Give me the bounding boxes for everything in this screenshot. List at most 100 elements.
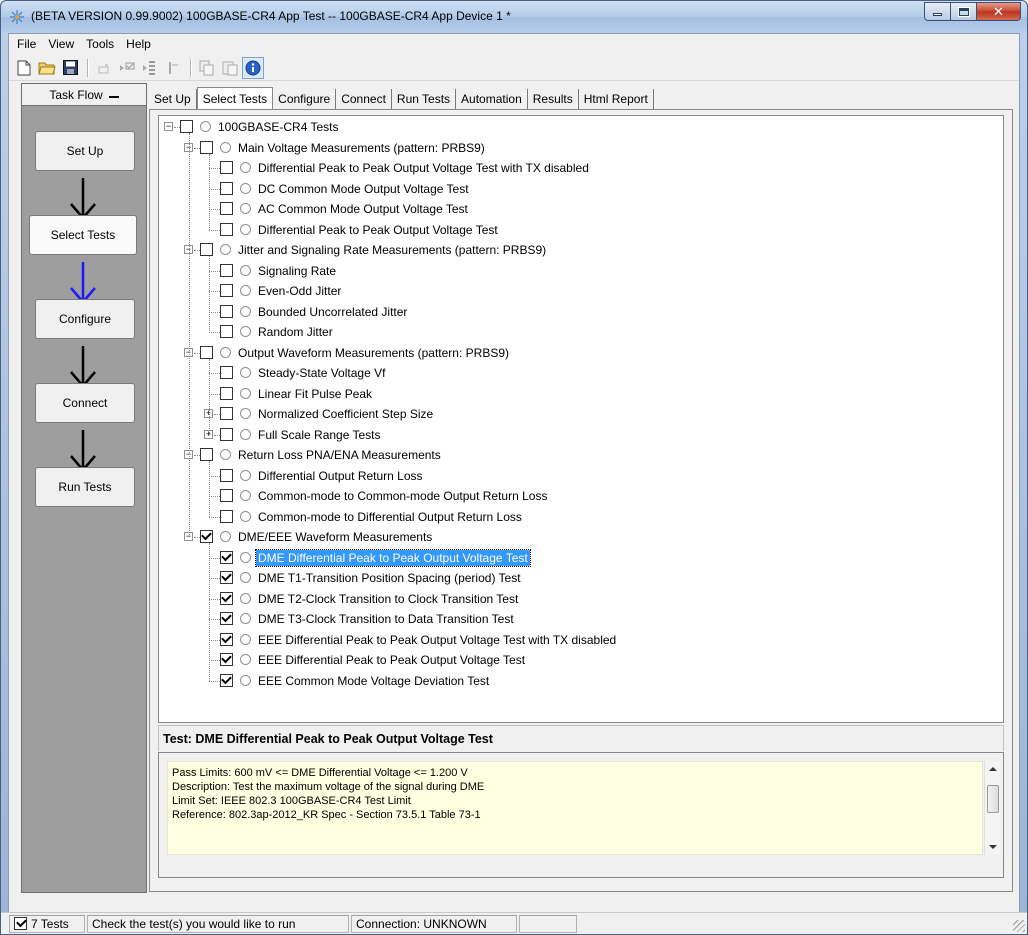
test-item[interactable]: + Full Scale Range Tests xyxy=(159,425,1003,445)
test-checkbox[interactable] xyxy=(220,571,233,584)
tab-automation[interactable]: Automation xyxy=(456,89,528,109)
close-button[interactable]: ✕ xyxy=(977,2,1021,21)
test-item[interactable]: Steady-State Voltage Vf xyxy=(159,363,1003,383)
test-checkbox[interactable] xyxy=(220,591,233,605)
test-tree[interactable]: − 100GBASE-CR4 Tests − Main Voltage Measure… xyxy=(158,115,1004,723)
test-item[interactable]: + Normalized Coefficient Step Size xyxy=(159,404,1003,424)
new-button[interactable] xyxy=(13,57,35,79)
test-item-label[interactable]: AC Common Mode Output Voltage Test xyxy=(256,201,470,217)
minimize-button[interactable] xyxy=(924,2,951,21)
details-scrollbar[interactable] xyxy=(984,761,1001,855)
scroll-thumb[interactable] xyxy=(987,785,999,813)
scroll-down-icon[interactable] xyxy=(989,845,997,849)
tree-group[interactable]: − Main Voltage Measurements (pattern: PRB… xyxy=(159,138,1003,158)
copy-button[interactable] xyxy=(196,57,218,79)
taskflow-step-run-tests[interactable]: Run Tests xyxy=(35,467,135,507)
test-checkbox[interactable] xyxy=(220,202,233,215)
run-selected-button[interactable] xyxy=(116,57,138,79)
taskflow-step-set-up[interactable]: Set Up xyxy=(35,131,135,171)
test-item[interactable]: Bounded Uncorrelated Jitter xyxy=(159,302,1003,322)
tab-html-report[interactable]: Html Report xyxy=(578,89,654,109)
test-item-label[interactable]: Steady-State Voltage Vf xyxy=(256,365,387,381)
test-checkbox[interactable] xyxy=(200,530,213,543)
test-checkbox[interactable] xyxy=(220,468,233,482)
test-item[interactable]: EEE Differential Peak to Peak Output Vol… xyxy=(159,630,1003,650)
run-step-button[interactable] xyxy=(139,57,161,79)
test-item-label[interactable]: Full Scale Range Tests xyxy=(256,427,383,443)
scroll-up-icon[interactable] xyxy=(989,767,997,771)
test-checkbox[interactable] xyxy=(200,140,213,154)
test-checkbox[interactable] xyxy=(220,222,233,236)
test-item[interactable]: EEE Common Mode Voltage Deviation Test xyxy=(159,671,1003,691)
test-item[interactable]: DME Differential Peak to Peak Output Vol… xyxy=(159,548,1003,568)
test-item-label[interactable]: EEE Differential Peak to Peak Output Vol… xyxy=(256,632,618,648)
open-button[interactable] xyxy=(36,57,58,79)
test-item-label[interactable]: Differential Output Return Loss xyxy=(256,468,425,484)
test-checkbox[interactable] xyxy=(220,407,233,420)
group-label[interactable]: DME/EEE Waveform Measurements xyxy=(236,529,434,545)
test-item[interactable]: Common-mode to Common-mode Output Return… xyxy=(159,486,1003,506)
test-item[interactable]: Random Jitter xyxy=(159,322,1003,342)
taskflow-step-configure[interactable]: Configure xyxy=(35,299,135,339)
save-button[interactable] xyxy=(59,57,81,79)
tree-group[interactable]: − Output Waveform Measurements (pattern: … xyxy=(159,343,1003,363)
tab-set-up[interactable]: Set Up xyxy=(149,89,197,109)
test-item-label[interactable]: Linear Fit Pulse Peak xyxy=(256,386,374,402)
test-checkbox[interactable] xyxy=(220,509,233,523)
test-checkbox[interactable] xyxy=(220,304,233,318)
stop-button[interactable] xyxy=(93,57,115,79)
tab-results[interactable]: Results xyxy=(527,89,579,109)
test-checkbox[interactable] xyxy=(220,325,233,338)
group-label[interactable]: Return Loss PNA/ENA Measurements xyxy=(236,447,443,463)
test-checkbox[interactable] xyxy=(220,612,233,625)
group-label[interactable]: Main Voltage Measurements (pattern: PRBS… xyxy=(236,140,487,156)
test-checkbox[interactable] xyxy=(220,427,233,441)
test-checkbox[interactable] xyxy=(180,120,193,133)
test-item-label[interactable]: DC Common Mode Output Voltage Test xyxy=(256,181,471,197)
test-item[interactable]: Differential Output Return Loss xyxy=(159,466,1003,486)
tab-connect[interactable]: Connect xyxy=(336,89,392,109)
test-item[interactable]: Differential Peak to Peak Output Voltage… xyxy=(159,220,1003,240)
test-item-label[interactable]: Normalized Coefficient Step Size xyxy=(256,406,435,422)
test-item[interactable]: DME T2-Clock Transition to Clock Transit… xyxy=(159,589,1003,609)
paste-button[interactable] xyxy=(219,57,241,79)
test-item[interactable]: Linear Fit Pulse Peak xyxy=(159,384,1003,404)
taskflow-step-connect[interactable]: Connect xyxy=(35,383,135,423)
test-checkbox[interactable] xyxy=(220,263,233,277)
test-checkbox[interactable] xyxy=(220,284,233,297)
test-item[interactable]: DME T1-Transition Position Spacing (peri… xyxy=(159,568,1003,588)
test-item-label[interactable]: DME T2-Clock Transition to Clock Transit… xyxy=(256,591,520,607)
tree-group[interactable]: − DME/EEE Waveform Measurements xyxy=(159,527,1003,547)
pause-button[interactable] xyxy=(162,57,184,79)
tree-root[interactable]: − 100GBASE-CR4 Tests xyxy=(159,117,1003,137)
test-checkbox[interactable] xyxy=(220,386,233,400)
tab-configure[interactable]: Configure xyxy=(273,89,337,109)
test-checkbox[interactable] xyxy=(220,366,233,379)
test-item[interactable]: Differential Peak to Peak Output Voltage… xyxy=(159,158,1003,178)
title-bar[interactable]: (BETA VERSION 0.99.9002) 100GBASE-CR4 Ap… xyxy=(1,1,1027,33)
test-checkbox[interactable] xyxy=(220,161,233,174)
test-item-label[interactable]: Bounded Uncorrelated Jitter xyxy=(256,304,409,320)
menu-view[interactable]: View xyxy=(42,37,80,51)
tab-select-tests[interactable]: Select Tests xyxy=(196,87,274,110)
group-label[interactable]: Jitter and Signaling Rate Measurements (… xyxy=(236,242,548,258)
menu-tools[interactable]: Tools xyxy=(80,37,120,51)
test-item-label[interactable]: Signaling Rate xyxy=(256,263,338,279)
test-checkbox[interactable] xyxy=(200,448,213,461)
test-item-label[interactable]: DME T1-Transition Position Spacing (peri… xyxy=(256,570,523,586)
test-item[interactable]: AC Common Mode Output Voltage Test xyxy=(159,199,1003,219)
test-checkbox[interactable] xyxy=(200,345,213,359)
test-checkbox[interactable] xyxy=(220,489,233,502)
test-item-label[interactable]: Random Jitter xyxy=(256,324,335,340)
test-details-text[interactable]: Pass Limits: 600 mV <= DME Differential … xyxy=(167,761,983,855)
test-checkbox[interactable] xyxy=(220,181,233,195)
test-item-label[interactable]: Common-mode to Differential Output Retur… xyxy=(256,509,524,525)
tree-group[interactable]: − Return Loss PNA/ENA Measurements xyxy=(159,445,1003,465)
group-label[interactable]: Output Waveform Measurements (pattern: P… xyxy=(236,345,511,361)
test-item-label[interactable]: DME Differential Peak to Peak Output Vol… xyxy=(255,548,531,567)
test-checkbox[interactable] xyxy=(200,243,213,256)
test-checkbox[interactable] xyxy=(220,632,233,646)
test-item[interactable]: DC Common Mode Output Voltage Test xyxy=(159,179,1003,199)
test-item-label[interactable]: Common-mode to Common-mode Output Return… xyxy=(256,488,549,504)
tree-group[interactable]: − Jitter and Signaling Rate Measurements … xyxy=(159,240,1003,260)
